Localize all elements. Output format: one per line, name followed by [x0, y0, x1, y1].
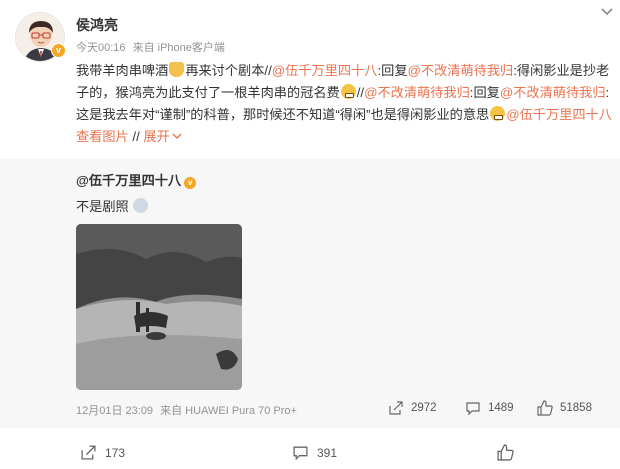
footer-comment-count: 391 — [317, 445, 338, 460]
footer-comment-button[interactable]: 391 — [292, 444, 337, 461]
chevron-down-icon[interactable] — [598, 2, 616, 20]
thinking-emoji-icon — [340, 84, 356, 99]
repost-photo[interactable] — [76, 224, 242, 390]
post-text: 我带羊肉串啤酒 再来讨个剧本//@伍千万里四十八:回复@不改清萌待我归:得闲影业是… — [76, 60, 614, 148]
expand-label: 展开 — [143, 129, 170, 144]
mention-link[interactable]: @不改清萌待我归 — [408, 63, 514, 78]
repost-origin-user[interactable]: @伍千万里四十八 v — [76, 170, 197, 189]
chevron-down-icon — [172, 133, 182, 139]
comment-icon — [466, 402, 480, 416]
repost-text-content: 不是剧照 — [76, 199, 129, 214]
repost-origin-comments[interactable]: 1489 — [465, 400, 514, 416]
comment-icon — [293, 446, 308, 461]
mention-link[interactable]: @伍千万里四十八 — [272, 63, 378, 78]
repost-text: 不是剧照 — [76, 196, 149, 215]
post-time[interactable]: 今天00:16 — [76, 42, 126, 54]
thumbs-up-icon — [537, 400, 553, 416]
post-meta: 今天00:16 来自 iPhone客户端 — [76, 39, 229, 55]
repost-source: 来自 HUAWEI Pura 70 Pro+ — [160, 405, 297, 417]
post-text-segment: :回复 — [469, 85, 500, 100]
post-text-segment: 再来讨个剧本// — [185, 63, 272, 78]
view-images-link[interactable]: 查看图片 — [76, 129, 129, 144]
repost-origin-likes[interactable]: 51858 — [537, 400, 592, 416]
mention-link[interactable]: @不改清萌待我归 — [500, 85, 606, 100]
post-text-segment: :回复 — [377, 63, 408, 78]
post-text-segment: 我带羊肉串啤酒 — [76, 63, 169, 78]
repost-username[interactable]: @伍千万里四十八 — [76, 173, 181, 188]
repost-icon — [389, 401, 403, 415]
post-source: 来自 iPhone客户端 — [132, 42, 225, 54]
repost-icon — [81, 445, 96, 460]
thumbs-up-icon — [497, 444, 514, 461]
footer-like-button[interactable] — [497, 444, 522, 461]
grin-emoji-icon — [490, 106, 506, 121]
verified-badge-icon: v — [184, 177, 197, 189]
verified-badge-icon: v — [51, 43, 66, 58]
repost-meta: 12月01日 23:09 来自 HUAWEI Pura 70 Pro+ — [76, 402, 301, 418]
expand-link[interactable]: 展开 — [143, 129, 182, 144]
repost-time[interactable]: 12月01日 23:09 — [76, 405, 153, 417]
footer-repost-button[interactable]: 173 — [80, 444, 125, 461]
mention-link[interactable]: @伍千万里四十八 — [506, 107, 612, 122]
post-text-segment: // — [132, 129, 140, 144]
riverbank-photo — [76, 224, 242, 390]
beer-emoji-icon — [169, 62, 185, 77]
shock-emoji-icon — [133, 198, 149, 213]
weibo-post: v 侯鸿亮 今天00:16 来自 iPhone客户端 我带羊肉串啤酒 再来讨个剧本… — [0, 0, 620, 469]
post-username[interactable]: 侯鸿亮 — [76, 15, 118, 35]
comment-count: 1489 — [488, 402, 514, 414]
mention-link[interactable]: @不改清萌待我归 — [364, 85, 470, 100]
repost-origin-reposts[interactable]: 2972 — [388, 400, 437, 416]
post-text-segment: // — [356, 85, 365, 100]
repost-count: 2972 — [411, 402, 437, 414]
footer-repost-count: 173 — [105, 445, 126, 460]
like-count: 51858 — [560, 402, 592, 414]
